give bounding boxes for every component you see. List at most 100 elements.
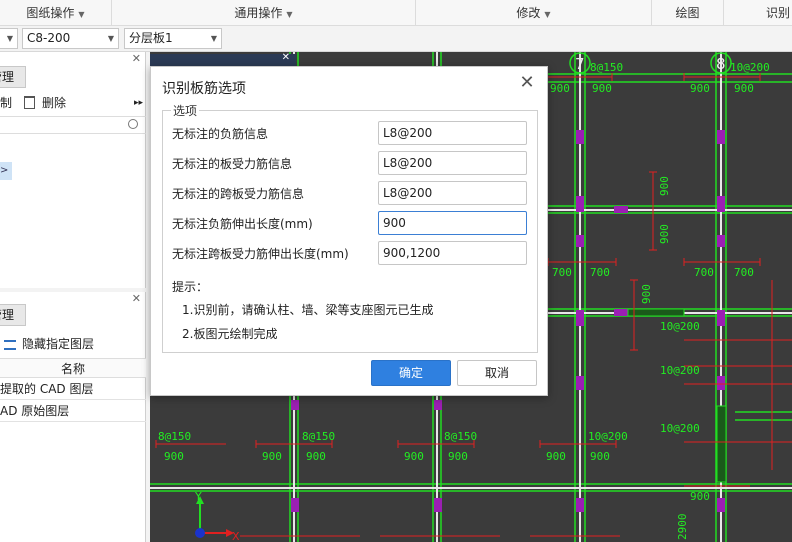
- field-row: 无标注的跨板受力筋信息: [172, 181, 532, 205]
- field-row: 无标注负筋伸出长度(mm): [172, 211, 532, 235]
- dim-label: 900: [550, 82, 570, 95]
- delete-button[interactable]: 删除: [42, 92, 66, 114]
- close-icon[interactable]: ✕: [282, 52, 290, 63]
- chevron-down-icon: ▼: [544, 10, 551, 19]
- field-row: 无标注的板受力筋信息: [172, 151, 532, 175]
- rebar-label: 10@200: [588, 430, 628, 443]
- dim-label: 900: [448, 450, 468, 463]
- dim-label: 900: [306, 450, 326, 463]
- slab-strip: [716, 405, 727, 483]
- search-icon: [128, 119, 138, 129]
- chevron-down-icon: ▼: [286, 10, 293, 19]
- axis-label-8: 8: [716, 55, 726, 73]
- options-group: 选项 无标注的负筋信息 无标注的板受力筋信息 无标注的跨板受力筋信息 无标注负筋…: [162, 102, 538, 353]
- layers-icon: [4, 339, 16, 350]
- chevron-right-icon[interactable]: ▸▸: [134, 92, 143, 114]
- rebar-label: 8@150: [590, 61, 623, 74]
- ok-button[interactable]: 确定: [371, 360, 451, 386]
- table-row[interactable]: AD 原始图层: [0, 400, 146, 422]
- rebar-label: 8@150: [158, 430, 191, 443]
- dim-label: 700: [590, 266, 610, 279]
- rebar-label: 8@150: [302, 430, 335, 443]
- search-input[interactable]: [0, 116, 146, 134]
- cancel-button[interactable]: 取消: [457, 360, 537, 386]
- tab-manage[interactable]: 管理: [0, 66, 26, 88]
- close-icon[interactable]: ✕: [132, 52, 141, 65]
- chevron-down-icon: ▼: [6, 34, 13, 43]
- dim-label: 900: [690, 82, 710, 95]
- dim-label: 900: [592, 82, 612, 95]
- dim-label: 900: [734, 82, 754, 95]
- layer-selector[interactable]: 分层板1 ▼: [124, 28, 222, 49]
- draw-button[interactable]: 制: [0, 92, 12, 114]
- dim-label-vertical: 2900: [676, 514, 689, 541]
- ucs-x-label: X: [232, 530, 240, 542]
- rebar-label: 10@200: [660, 364, 700, 377]
- dim-label-vertical: 900: [658, 176, 671, 196]
- table-row[interactable]: 提取的 CAD 图层: [0, 378, 146, 400]
- ribbon-group-label: 通用操作: [234, 6, 283, 20]
- column-header: 名称: [0, 358, 146, 378]
- dim-label: 700: [734, 266, 754, 279]
- trash-icon[interactable]: [24, 96, 35, 109]
- dim-label: 900: [690, 490, 710, 503]
- cross-slab-rebar-input[interactable]: [378, 181, 527, 205]
- field-row: 无标注跨板受力筋伸出长度(mm): [172, 241, 532, 265]
- ribbon-group-modify[interactable]: 修改 ▼: [416, 0, 652, 26]
- ribbon-group-label: 绘图: [675, 6, 700, 20]
- dim-label: 900: [590, 450, 610, 463]
- cross-slab-extension-input[interactable]: [378, 241, 527, 265]
- layer-manager-panel: ✕ 管理 隐藏指定图层 名称 提取的 CAD 图层 AD 原始图层: [0, 292, 146, 542]
- tab-layer-manage[interactable]: 管理: [0, 304, 26, 326]
- hide-layer-button[interactable]: 隐藏指定图层: [4, 334, 94, 354]
- rebar-spec-value: C8-200: [27, 31, 71, 45]
- field-row: 无标注的负筋信息: [172, 121, 532, 145]
- dim-label: 700: [694, 266, 714, 279]
- group-legend: 选项: [171, 102, 200, 119]
- field-label: 无标注跨板受力筋伸出长度(mm): [172, 247, 349, 261]
- dim-label: 900: [164, 450, 184, 463]
- first-selector[interactable]: ▼: [0, 28, 18, 49]
- dialog-title: 识别板筋选项: [162, 81, 246, 97]
- ribbon-group-label: 识别: [766, 6, 791, 20]
- tip-text: 2.板图元绘制完成: [182, 327, 278, 341]
- ribbon-group-draw[interactable]: 绘图: [652, 0, 724, 26]
- axis-label-7: 7: [575, 55, 585, 73]
- component-list-panel: ✕ 管理 制 删除 ▸▸ >: [0, 52, 146, 288]
- ucs-icon: Y X: [194, 490, 240, 542]
- tip-text: 1.识别前，请确认柱、墙、梁等支座图元已生成: [182, 303, 434, 317]
- chevron-down-icon: ▼: [210, 34, 217, 43]
- rebar-label: 10@200: [730, 61, 770, 74]
- dim-label: 900: [404, 450, 424, 463]
- dim-label: 900: [546, 450, 566, 463]
- field-label: 无标注的跨板受力筋信息: [172, 187, 305, 201]
- chevron-down-icon: ▼: [107, 34, 114, 43]
- negative-extension-input[interactable]: [378, 211, 527, 235]
- panel-toolbar: 制 删除 ▸▸: [0, 92, 146, 114]
- ribbon-group-common-ops[interactable]: 通用操作 ▼: [112, 0, 416, 26]
- tips-title: 提示：: [172, 280, 209, 294]
- ribbon-group-label: 图纸操作: [26, 6, 75, 20]
- close-icon[interactable]: ✕: [517, 73, 537, 93]
- slab-strip: [627, 308, 685, 317]
- dim-label: 900: [262, 450, 282, 463]
- ribbon-group-recognize[interactable]: 识别: [724, 0, 792, 26]
- ribbon-group-drawing-ops[interactable]: 图纸操作 ▼: [0, 0, 112, 26]
- negative-rebar-input[interactable]: [378, 121, 527, 145]
- slab-stress-rebar-input[interactable]: [378, 151, 527, 175]
- field-label: 无标注负筋伸出长度(mm): [172, 217, 313, 231]
- rebar-label: 10@200: [660, 422, 700, 435]
- ribbon-group-label: 修改: [516, 6, 541, 20]
- ucs-y-label: Y: [194, 490, 202, 503]
- selector-bar: ▼ C8-200 ▼ 分层板1 ▼: [0, 26, 792, 52]
- field-label: 无标注的负筋信息: [172, 127, 269, 141]
- layer-value: 分层板1: [129, 31, 173, 45]
- close-icon[interactable]: ✕: [132, 292, 141, 305]
- layer-table: 名称 提取的 CAD 图层 AD 原始图层: [0, 358, 146, 422]
- field-label: 无标注的板受力筋信息: [172, 157, 293, 171]
- dim-label-vertical: 900: [640, 284, 653, 304]
- rebar-label: 10@200: [660, 320, 700, 333]
- list-item[interactable]: >: [0, 162, 12, 180]
- rebar-spec-selector[interactable]: C8-200 ▼: [22, 28, 119, 49]
- recognize-slab-rebar-dialog: 识别板筋选项 ✕ 选项 无标注的负筋信息 无标注的板受力筋信息 无标注的跨板受力…: [150, 66, 548, 396]
